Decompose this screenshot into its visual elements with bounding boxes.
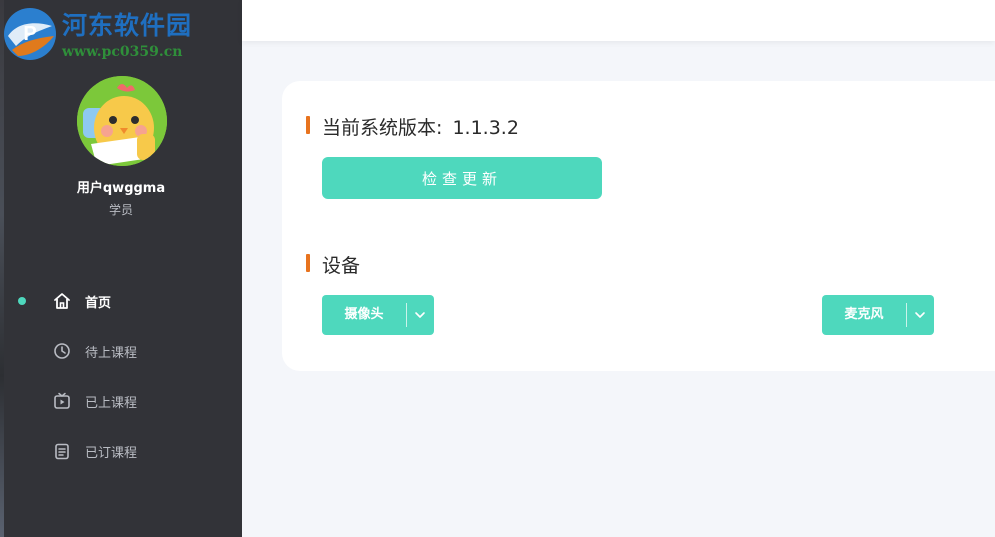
- tv-play-icon: [54, 392, 70, 409]
- split-divider: [906, 303, 907, 327]
- check-update-button[interactable]: 检查更新: [322, 157, 602, 199]
- chick-avatar-icon: [77, 76, 167, 166]
- microphone-select[interactable]: 麦克风: [822, 295, 934, 335]
- watermark-title: 河东软件园: [62, 11, 193, 40]
- user-name: 用户qwggma: [76, 181, 166, 196]
- active-indicator-dot: [18, 297, 26, 305]
- sidebar-item-booked-courses[interactable]: 已订课程: [0, 433, 242, 469]
- avatar[interactable]: [77, 76, 167, 166]
- chevron-down-icon[interactable]: [913, 308, 927, 322]
- sidebar-item-home[interactable]: 首页: [0, 283, 242, 319]
- system-version-heading: 当前系统版本: 1.1.3.2: [322, 113, 519, 140]
- devices-section-marker: [306, 254, 310, 272]
- system-version-label: 当前系统版本:: [322, 117, 443, 139]
- sidebar-item-label: 已上课程: [85, 396, 138, 411]
- camera-select-label: 摄像头: [344, 307, 384, 322]
- watermark-logo-icon: P: [4, 8, 56, 60]
- svg-text:P: P: [23, 23, 36, 45]
- chevron-down-icon[interactable]: [413, 308, 427, 322]
- sidebar-item-label: 已订课程: [85, 446, 138, 461]
- clock-icon: [54, 343, 70, 359]
- version-section-marker: [306, 116, 310, 134]
- clipboard-icon: [55, 443, 69, 460]
- camera-select[interactable]: 摄像头: [322, 295, 434, 335]
- top-bar: [242, 0, 995, 41]
- devices-heading: 设备: [322, 255, 361, 277]
- watermark: P 河东软件园 www.pc0359.cn: [0, 4, 240, 64]
- system-version-value: 1.1.3.2: [452, 117, 519, 139]
- user-role: 学员: [108, 203, 133, 217]
- sidebar-item-attended-courses[interactable]: 已上课程: [0, 383, 242, 419]
- sidebar-item-upcoming-courses[interactable]: 待上课程: [0, 333, 242, 369]
- microphone-select-label: 麦克风: [844, 307, 884, 322]
- sidebar: P 河东软件园 www.pc0359.cn 用户qwggma 学员 首页 待上课…: [0, 0, 242, 537]
- home-icon: [54, 293, 70, 309]
- sidebar-item-label: 首页: [85, 296, 112, 311]
- split-divider: [406, 303, 407, 327]
- sidebar-item-label: 待上课程: [85, 346, 138, 361]
- watermark-url: www.pc0359.cn: [62, 44, 183, 60]
